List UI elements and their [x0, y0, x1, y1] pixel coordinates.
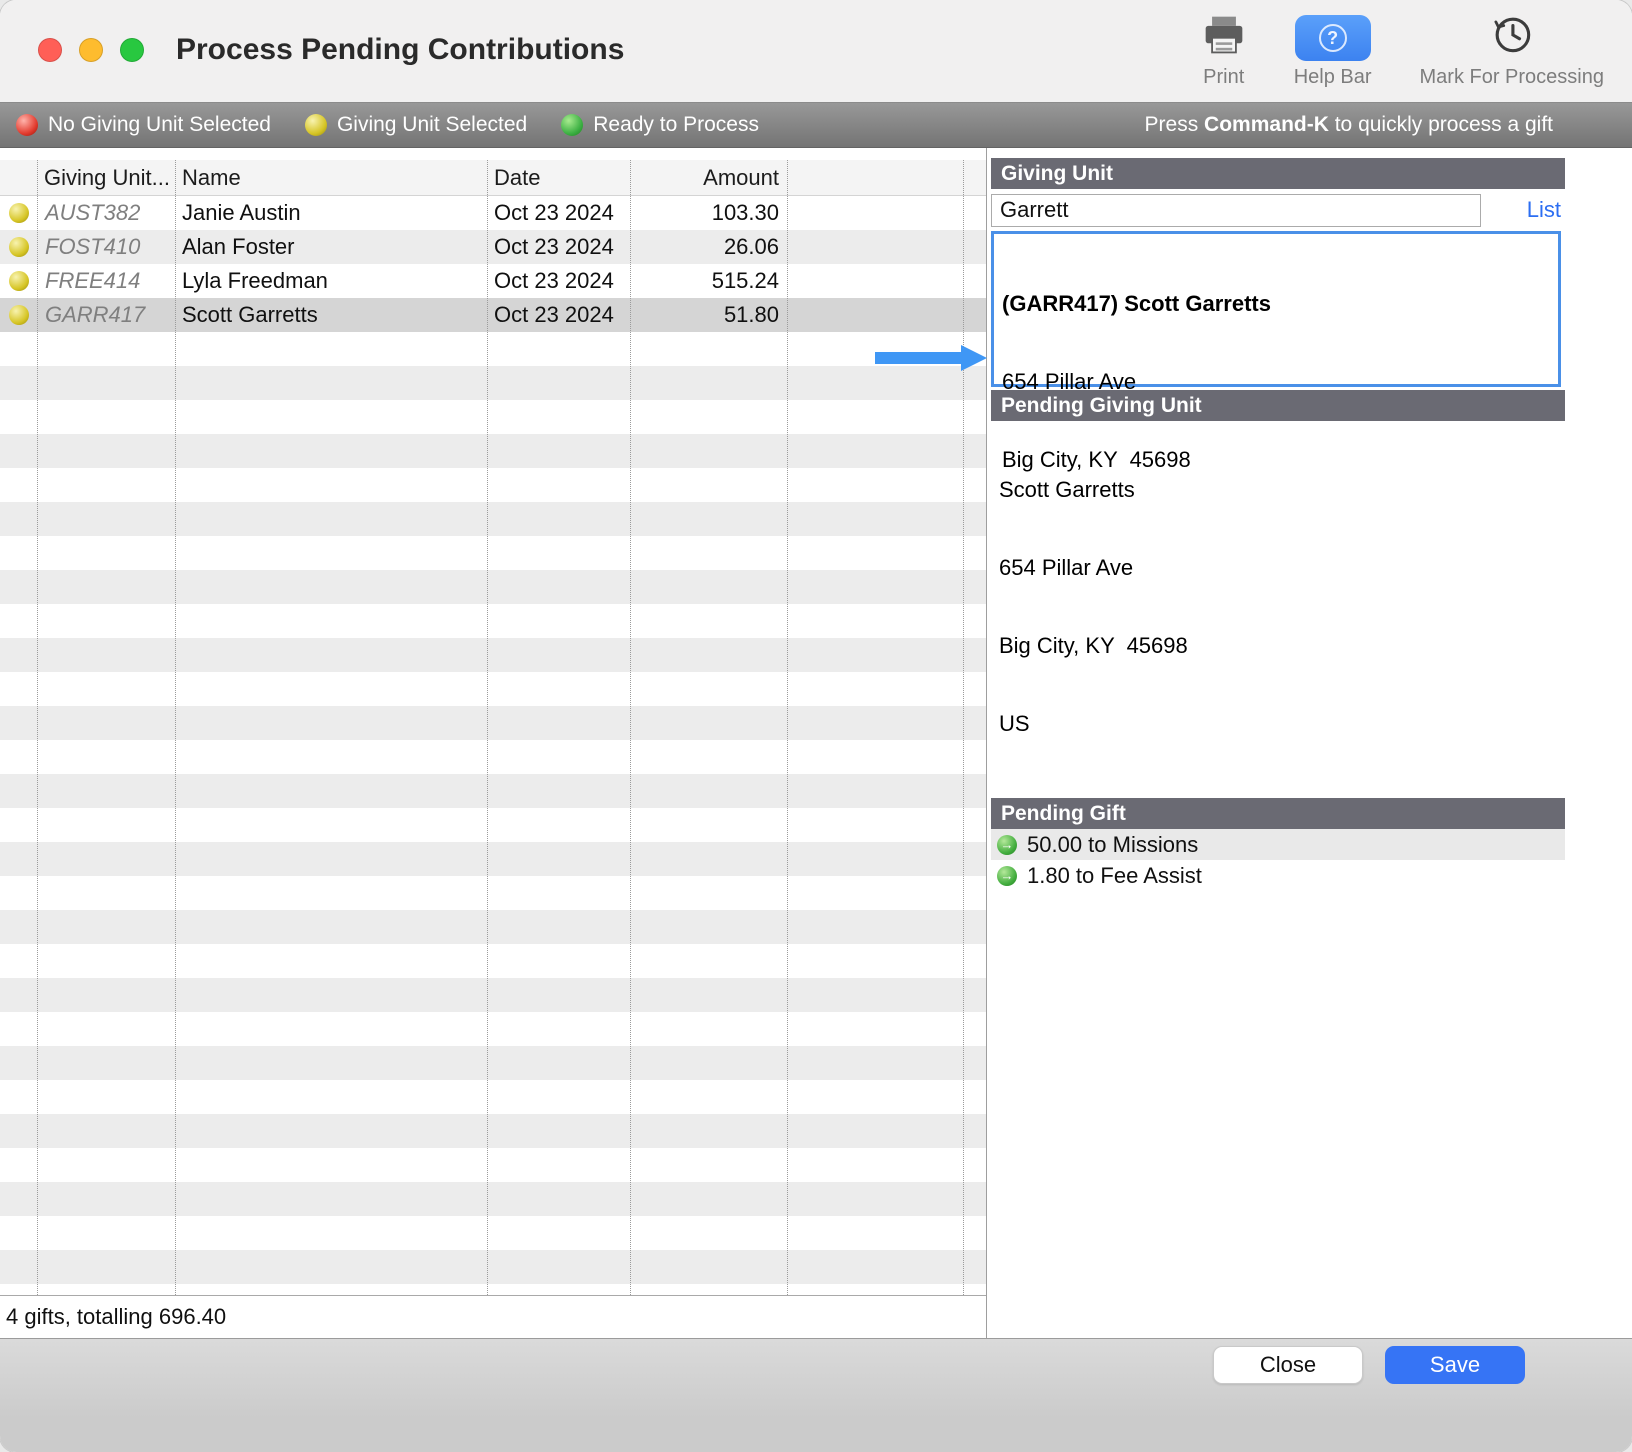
window-toolbar: Print ? Help Bar Mark For Processing [1202, 12, 1604, 89]
pending-gift-item[interactable]: → 50.00 to Missions [991, 829, 1565, 860]
green-status-icon [561, 114, 584, 136]
question-icon: ? [1294, 15, 1371, 61]
legend-label: No Giving Unit Selected [48, 113, 271, 136]
save-button[interactable]: Save [1385, 1346, 1525, 1384]
green-arrow-icon: → [997, 834, 1017, 855]
giving-unit-search-row: List [991, 193, 1565, 227]
row-amount: 515.24 [711, 268, 779, 293]
red-status-icon [16, 114, 38, 136]
table-header: Giving Unit... Name Date Amount [0, 160, 986, 196]
mark-for-processing-label: Mark For Processing [1419, 66, 1605, 88]
pending-giving-unit-section-header: Pending Giving Unit [991, 390, 1565, 421]
app-window: Process Pending Contributions Print ? He… [0, 0, 1632, 1452]
zoom-window-button[interactable] [120, 38, 144, 62]
yellow-status-icon [8, 271, 29, 291]
mark-for-processing-button[interactable]: Mark For Processing [1419, 12, 1605, 89]
row-unit-code: FREE414 [45, 268, 141, 293]
status-cell [0, 196, 37, 230]
row-name: Janie Austin [182, 200, 301, 225]
row-name: Scott Garretts [182, 302, 318, 327]
main-content: Giving Unit... Name Date Amount AUST382 … [0, 148, 1632, 1415]
header-extra-col [787, 160, 986, 195]
close-button[interactable]: Close [1213, 1346, 1363, 1384]
address-line: Scott Garretts [999, 477, 1135, 502]
yellow-status-icon [8, 203, 29, 223]
table-row[interactable]: FOST410 Alan Foster Oct 23 2024 26.06 [0, 230, 986, 264]
legend-no-giving-unit: No Giving Unit Selected [16, 113, 271, 137]
panel-spacer [991, 891, 1632, 1355]
header-name[interactable]: Name [175, 160, 487, 195]
pending-giving-unit-address: Scott Garretts 654 Pillar Ave Big City, … [991, 421, 1565, 789]
header-amount[interactable]: Amount [630, 160, 787, 195]
table-row[interactable]: AUST382 Janie Austin Oct 23 2024 103.30 [0, 196, 986, 230]
gifts-total-status: 4 gifts, totalling 696.40 [0, 1295, 986, 1338]
header-date[interactable]: Date [487, 160, 630, 195]
header-status-col [0, 160, 37, 195]
address-line: US [999, 711, 1030, 736]
list-link[interactable]: List [1527, 197, 1561, 223]
address-line: 654 Pillar Ave [999, 555, 1134, 580]
legend-label: Giving Unit Selected [336, 113, 528, 136]
row-extra-cell [787, 264, 986, 298]
row-amount: 103.30 [711, 200, 779, 225]
giving-unit-search-input[interactable] [991, 193, 1481, 227]
result-title: (GARR417) Scott Garretts [1002, 291, 1271, 316]
page-title: Process Pending Contributions [176, 33, 625, 66]
clock-icon [1490, 12, 1534, 61]
legend-label: Ready to Process [593, 113, 759, 136]
help-bar-label: Help Bar [1293, 66, 1372, 88]
pending-gift-section-header: Pending Gift [991, 798, 1565, 829]
print-button[interactable]: Print [1202, 14, 1246, 89]
row-extra-cell [787, 298, 986, 332]
row-date: Oct 23 2024 [494, 268, 614, 293]
help-bar-button[interactable]: ? Help Bar [1294, 15, 1372, 89]
row-date: Oct 23 2024 [494, 234, 614, 259]
row-unit-code: GARR417 [45, 302, 146, 327]
status-cell [0, 264, 37, 298]
row-extra-cell [787, 230, 986, 264]
row-amount: 26.06 [723, 234, 779, 259]
address-line: Big City, KY 45698 [999, 633, 1188, 658]
action-buttons: Close Save [1213, 1346, 1525, 1384]
row-name: Lyla Freedman [182, 268, 328, 293]
row-date: Oct 23 2024 [494, 200, 614, 225]
detail-panel: Giving Unit List (GARR417) Scott Garrett… [986, 148, 1632, 1415]
green-arrow-icon: → [997, 865, 1017, 886]
row-unit-code: AUST382 [45, 200, 141, 225]
keyboard-shortcut-hint: Press Command-K to quickly process a gif… [1144, 113, 1553, 136]
yellow-status-icon [8, 237, 29, 257]
legend-giving-unit-selected: Giving Unit Selected [304, 113, 528, 137]
yellow-status-icon [304, 114, 327, 136]
header-giving-unit[interactable]: Giving Unit... [37, 160, 175, 195]
gift-item-label: 1.80 to Fee Assist [1027, 862, 1202, 888]
contributions-table: Giving Unit... Name Date Amount AUST382 … [0, 148, 986, 1338]
legend-ready-to-process: Ready to Process [561, 113, 759, 137]
print-label: Print [1203, 66, 1245, 88]
row-extra-cell [787, 196, 986, 230]
bottom-bar: Close Save [0, 1338, 1632, 1452]
close-window-button[interactable] [38, 38, 62, 62]
row-date: Oct 23 2024 [494, 302, 614, 327]
minimize-window-button[interactable] [79, 38, 103, 62]
table-row[interactable]: FREE414 Lyla Freedman Oct 23 2024 515.24 [0, 264, 986, 298]
row-name: Alan Foster [182, 234, 295, 259]
traffic-lights [38, 38, 144, 62]
printer-icon [1202, 14, 1246, 61]
table-row-selected[interactable]: GARR417 Scott Garretts Oct 23 2024 51.80 [0, 298, 986, 332]
row-amount: 51.80 [723, 302, 779, 327]
status-cell [0, 230, 37, 264]
giving-unit-search-result[interactable]: (GARR417) Scott Garretts 654 Pillar Ave … [991, 231, 1561, 472]
titlebar: Process Pending Contributions Print ? He… [0, 0, 1632, 102]
table-body: AUST382 Janie Austin Oct 23 2024 103.30 … [0, 196, 986, 1295]
pending-gift-item[interactable]: → 1.80 to Fee Assist [991, 860, 1565, 891]
gift-item-label: 50.00 to Missions [1027, 831, 1199, 857]
status-cell [0, 298, 37, 332]
yellow-status-icon [8, 305, 29, 325]
row-unit-code: FOST410 [45, 234, 141, 259]
legend-bar: No Giving Unit Selected Giving Unit Sele… [0, 102, 1632, 148]
giving-unit-section-header: Giving Unit [991, 158, 1565, 189]
